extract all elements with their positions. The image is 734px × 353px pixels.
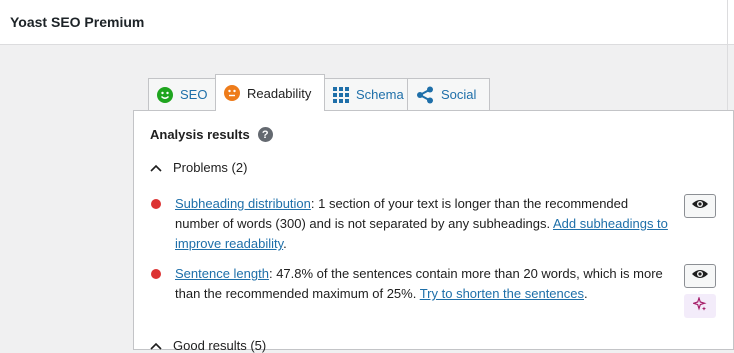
help-icon[interactable]: ?: [257, 127, 273, 142]
tab-social[interactable]: Social: [407, 78, 490, 110]
neutral-face-orange-icon: [224, 85, 240, 101]
problems-label: Problems (2): [173, 160, 248, 175]
tab-readability-label: Readability: [247, 85, 312, 101]
ai-fix-button[interactable]: [684, 294, 716, 318]
problem-item: Subheading distribution: 1 section of yo…: [175, 194, 670, 254]
tab-readability[interactable]: Readability: [215, 74, 325, 111]
item-tail: .: [283, 236, 287, 251]
tab-social-label: Social: [441, 87, 477, 102]
highlight-button[interactable]: [684, 194, 716, 218]
problem-bullet: [151, 199, 161, 209]
sparkle-icon: [691, 295, 707, 316]
problems-toggle[interactable]: Problems (2): [150, 160, 247, 175]
item-action-link[interactable]: Try to shorten the sentences: [420, 286, 584, 301]
grid-icon: [333, 86, 349, 103]
tab-seo-label: SEO: [180, 87, 208, 102]
item-tail: .: [584, 286, 588, 301]
analysis-heading-text: Analysis results: [150, 127, 250, 142]
share-icon: [416, 86, 434, 104]
eye-icon: [691, 197, 709, 215]
smiley-green-icon: [157, 86, 173, 103]
problem-bullet: [151, 269, 161, 279]
item-link[interactable]: Subheading distribution: [175, 196, 311, 211]
plugin-header: Yoast SEO Premium: [0, 0, 734, 45]
plugin-title: Yoast SEO Premium: [10, 14, 145, 30]
highlight-button[interactable]: [684, 264, 716, 288]
analysis-heading: Analysis results ?: [150, 127, 273, 142]
tab-schema[interactable]: Schema: [324, 78, 408, 110]
tab-seo[interactable]: SEO: [148, 78, 216, 110]
tab-schema-label: Schema: [356, 87, 404, 102]
chevron-up-icon: [150, 164, 162, 172]
eye-icon: [691, 267, 709, 285]
problem-item: Sentence length: 47.8% of the sentences …: [175, 264, 670, 304]
item-link[interactable]: Sentence length: [175, 266, 269, 281]
